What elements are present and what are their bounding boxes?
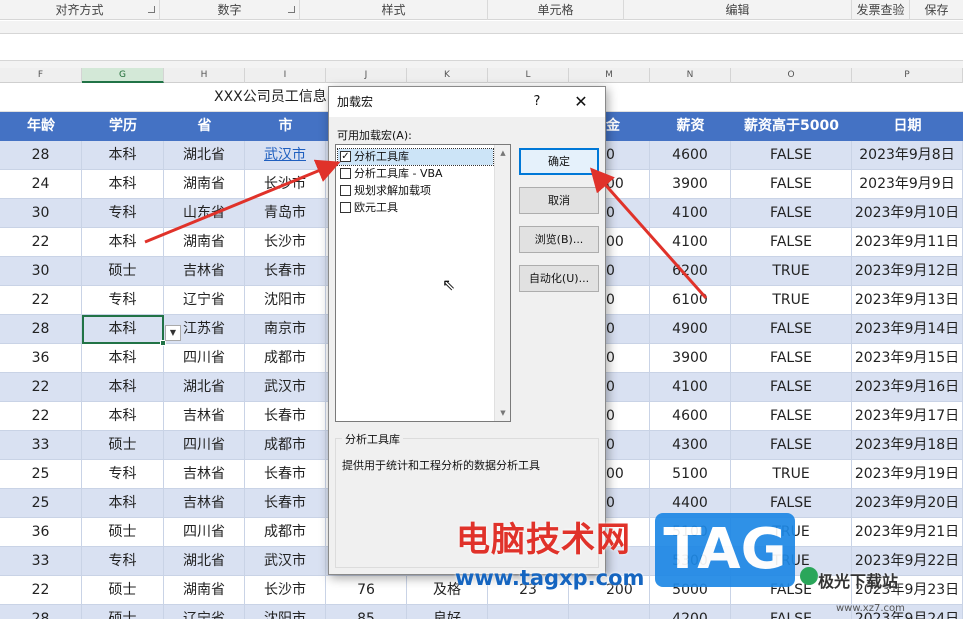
- site-logo-icon: [800, 567, 818, 585]
- watermark-cn-text: 电脑技术网: [456, 520, 631, 560]
- watermark-site-url: www.xz7.com: [836, 603, 905, 614]
- arrow-to-analysis-toolpak: [144, 159, 341, 244]
- watermark-url: www.tagxp.com: [455, 566, 645, 590]
- arrow-to-ok-button: [590, 167, 708, 299]
- watermark-tag-logo: TAG: [655, 513, 795, 587]
- watermark-site-name: 极光下载站: [818, 572, 899, 591]
